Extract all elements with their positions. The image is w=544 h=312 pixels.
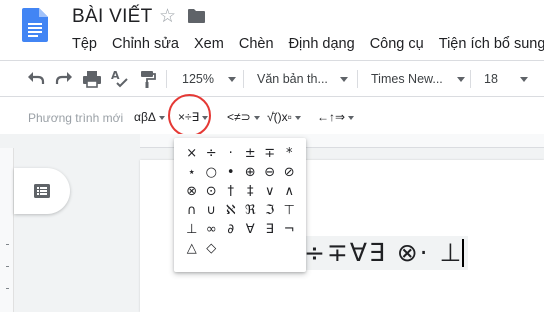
menu-addons[interactable]: Tiện ích bổ sung: [439, 35, 544, 53]
symbol-button[interactable]: †: [221, 182, 241, 201]
symbol-button[interactable]: ‡: [241, 182, 261, 201]
equation-toolbar: Phương trình mới αβΔ ×÷∃ <≠⊃ √̄()x▫ ←↑⇒: [0, 102, 544, 132]
divider: [0, 60, 544, 61]
symbol-button[interactable]: ⊗: [182, 182, 202, 201]
paint-format-icon[interactable]: [138, 68, 158, 90]
relations-dropdown[interactable]: <≠⊃: [227, 110, 260, 124]
equation-content[interactable]: ÷∓∀∃ ⊗· ⊥: [304, 238, 463, 267]
symbol-button[interactable]: ∃: [260, 220, 280, 239]
style-select[interactable]: Văn bản th...: [257, 68, 348, 90]
document-title[interactable]: BÀI VIẾT: [72, 6, 153, 28]
new-equation-button[interactable]: Phương trình mới: [28, 111, 123, 125]
print-icon[interactable]: [82, 68, 102, 90]
chevron-down-icon: [348, 115, 355, 120]
symbol-button[interactable]: ○: [202, 163, 222, 182]
symbol-button[interactable]: *: [280, 144, 300, 163]
symbol-button[interactable]: ∪: [202, 201, 222, 220]
symbol-button[interactable]: ℜ: [241, 201, 261, 220]
math-operations-dropdown[interactable]: √̄()x▫: [267, 110, 301, 124]
symbol-button[interactable]: ⊤: [280, 201, 300, 220]
symbol-button[interactable]: ◇: [202, 239, 222, 258]
symbol-button[interactable]: ∓: [260, 144, 280, 163]
font-value: Times New...: [371, 72, 443, 86]
ruler-tick: [6, 266, 9, 267]
relations-label: <≠⊃: [227, 110, 251, 124]
arrows-dropdown[interactable]: ←↑⇒: [317, 110, 355, 124]
symbol-grid: × ÷ · ± ∓ * ⋆ ○ • ⊕ ⊖ ⊘ ⊗ ⊙ † ‡ ∨ ∧ ∩ ∪ ℵ ℜ ℑ ⊤ ⊥ ∞ ∂ ∀ ∃ ¬ △ ◇: [182, 144, 299, 258]
menu-tools[interactable]: Công cụ: [370, 35, 424, 53]
menu-insert[interactable]: Chèn: [239, 35, 274, 53]
symbol-button[interactable]: ∞: [202, 220, 222, 239]
separator: [166, 70, 167, 88]
separator: [470, 70, 471, 88]
symbol-button[interactable]: ∀: [241, 220, 261, 239]
text-cursor: [462, 239, 464, 267]
svg-text:A: A: [111, 69, 120, 82]
chevron-down-icon: [519, 76, 528, 82]
undo-icon[interactable]: [26, 68, 46, 90]
symbol-button[interactable]: ℵ: [221, 201, 241, 220]
symbol-button[interactable]: ∧: [280, 182, 300, 201]
chevron-down-icon: [294, 115, 301, 120]
symbol-button[interactable]: ×: [182, 144, 202, 163]
ruler-tick: [6, 288, 9, 289]
main-toolbar: A 125% Văn bản th... Times New... 18: [0, 63, 544, 93]
zoom-value: 125%: [182, 72, 214, 86]
symbol-button[interactable]: ∨: [260, 182, 280, 201]
list-icon: [34, 184, 50, 198]
chevron-down-icon: [456, 76, 465, 82]
symbol-button[interactable]: ⊘: [280, 163, 300, 182]
font-size-select[interactable]: 18: [484, 68, 528, 90]
symbol-button[interactable]: ⊙: [202, 182, 222, 201]
ruler-tick: [6, 244, 9, 245]
star-icon[interactable]: ☆: [159, 6, 176, 28]
symbol-button[interactable]: ÷: [202, 144, 222, 163]
symbol-button[interactable]: ¬: [280, 220, 300, 239]
symbol-button[interactable]: ±: [241, 144, 261, 163]
font-size-value: 18: [484, 72, 498, 86]
greek-letters-label: αβΔ: [134, 110, 156, 124]
menu-view[interactable]: Xem: [194, 35, 224, 53]
symbol-button[interactable]: ·: [221, 144, 241, 163]
font-select[interactable]: Times New...: [371, 68, 465, 90]
symbol-button[interactable]: ∂: [221, 220, 241, 239]
chevron-down-icon: [253, 115, 260, 120]
separator: [357, 70, 358, 88]
chevron-down-icon: [339, 76, 348, 82]
symbol-button[interactable]: ⊥: [182, 220, 202, 239]
highlight-circle: [168, 94, 211, 137]
math-operations-label: √̄()x▫: [267, 110, 292, 124]
vertical-ruler[interactable]: [0, 148, 14, 312]
divider: [0, 96, 544, 97]
menu-file[interactable]: Tệp: [72, 35, 97, 53]
greek-letters-dropdown[interactable]: αβΔ: [134, 110, 165, 124]
symbol-button[interactable]: ⊖: [260, 163, 280, 182]
google-docs-icon[interactable]: [22, 8, 48, 42]
folder-icon[interactable]: [188, 9, 205, 23]
symbol-button[interactable]: ⋆: [182, 163, 202, 182]
menu-bar: Tệp Chỉnh sửa Xem Chèn Định dạng Công cụ…: [72, 35, 544, 55]
symbol-button[interactable]: ∩: [182, 201, 202, 220]
symbol-button[interactable]: ⊕: [241, 163, 261, 182]
style-value: Văn bản th...: [257, 72, 328, 86]
symbol-button[interactable]: ℑ: [260, 201, 280, 220]
symbol-palette: × ÷ · ± ∓ * ⋆ ○ • ⊕ ⊖ ⊘ ⊗ ⊙ † ‡ ∨ ∧ ∩ ∪ ℵ ℜ ℑ ⊤ ⊥ ∞ ∂ ∀ ∃ ¬ △ ◇: [174, 138, 306, 272]
arrows-label: ←↑⇒: [317, 110, 346, 124]
chevron-down-icon: [158, 115, 165, 120]
redo-icon[interactable]: [54, 68, 74, 90]
document-outline-button[interactable]: [14, 168, 70, 214]
symbol-button[interactable]: △: [182, 239, 202, 258]
zoom-select[interactable]: 125%: [182, 68, 236, 90]
chevron-down-icon: [227, 76, 236, 82]
symbol-button[interactable]: •: [221, 163, 241, 182]
spellcheck-icon[interactable]: A: [110, 68, 130, 90]
menu-edit[interactable]: Chỉnh sửa: [112, 35, 179, 53]
separator: [243, 70, 244, 88]
menu-format[interactable]: Định dạng: [289, 35, 355, 53]
